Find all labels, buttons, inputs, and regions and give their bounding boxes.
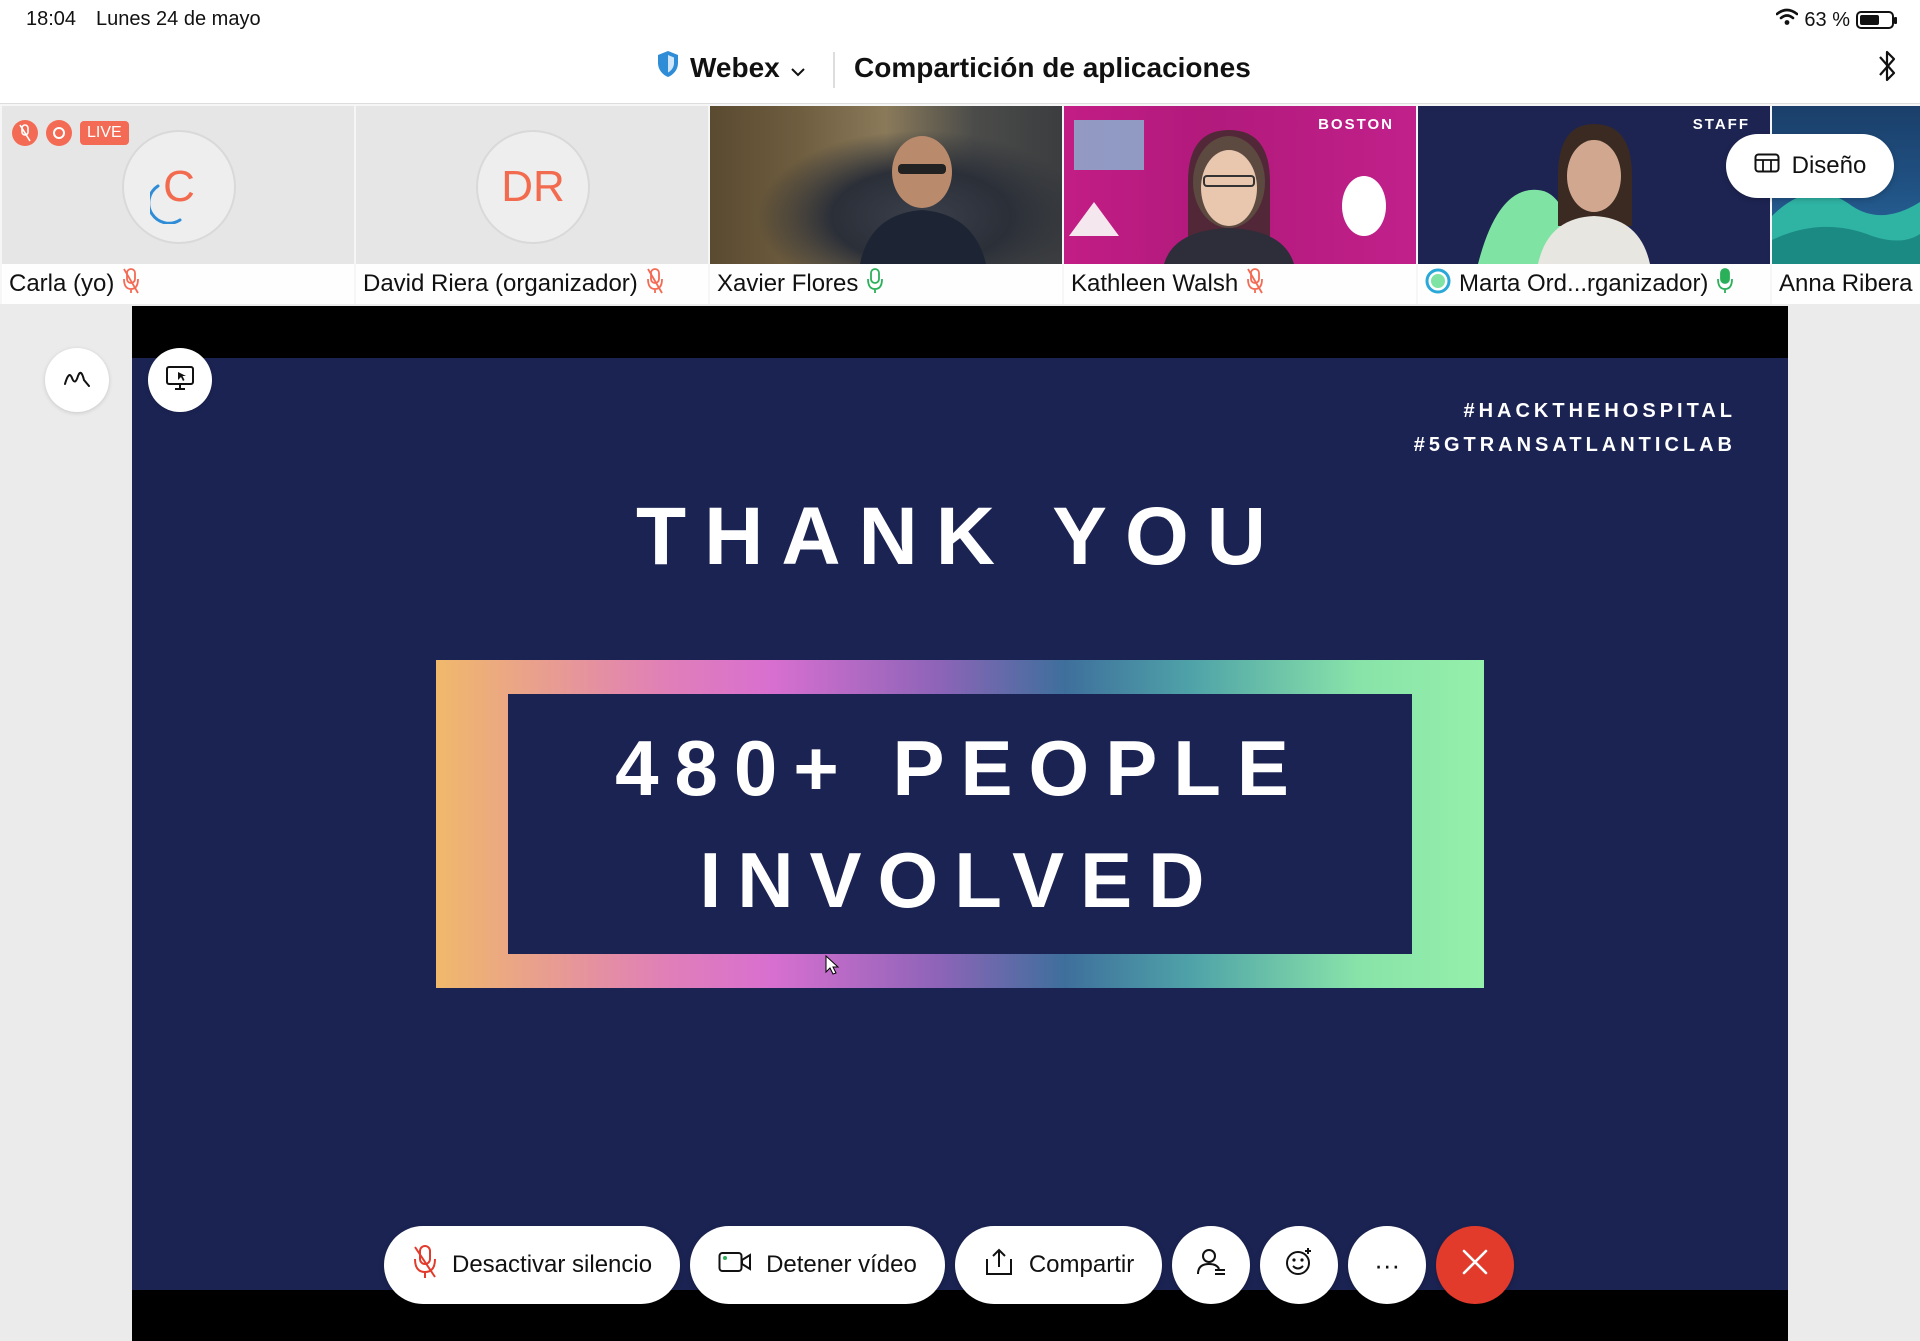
slide-heading: THANK YOU [636, 491, 1284, 582]
avatar: C [122, 130, 236, 244]
participant-tile[interactable]: BOSTON Kathleen Walsh [1064, 106, 1416, 304]
app-name: Webex [690, 51, 780, 83]
mic-on-icon [866, 267, 884, 302]
gradient-frame: 480+ PEOPLE INVOLVED [436, 660, 1484, 988]
battery-percent: 63 % [1804, 8, 1850, 31]
share-upload-icon [983, 1247, 1015, 1284]
mic-muted-badge-icon [12, 120, 38, 146]
avatar: DR [476, 130, 590, 244]
participants-icon [1195, 1246, 1227, 1285]
participant-name: Carla (yo) [9, 270, 115, 297]
callout-line-2: INVOLVED [699, 836, 1221, 924]
mic-muted-icon [1246, 267, 1264, 302]
meeting-header: Webex Compartición de aplicaciones [0, 36, 1920, 104]
slide-hashtags: #HACKTHEHOSPITAL #5GTRANSATLANTICLAB [1414, 394, 1736, 462]
avatar-initials: DR [501, 162, 565, 211]
close-icon [1460, 1247, 1490, 1284]
emoji-reaction-icon [1283, 1246, 1315, 1285]
status-time: 18:04 [26, 8, 77, 30]
more-options-button[interactable]: ··· [1348, 1226, 1427, 1304]
participant-name: Kathleen Walsh [1071, 270, 1239, 297]
webex-meeting-window: 18:04 Lunes 24 de mayo 63 % Webex Compar… [0, 0, 1920, 1341]
header-divider [833, 52, 835, 88]
presenter-icon [1425, 268, 1451, 301]
participant-name: Marta Ord...rganizador) [1459, 270, 1709, 297]
mic-on-icon [1716, 267, 1734, 302]
hashtag-hackthehospital: #HACKTHEHOSPITAL [1463, 400, 1736, 422]
participant-name: Xavier Flores [717, 270, 859, 297]
participant-name-bar: Xavier Flores [710, 264, 1062, 304]
mouse-pointer-icon [825, 954, 840, 975]
shared-content-stage: #HACKTHEHOSPITAL #5GTRANSATLANTICLAB THA… [132, 306, 1788, 1341]
person-silhouette-icon [860, 136, 986, 264]
video-background-label: STAFF [1692, 116, 1750, 133]
participant-name-bar: Anna Ribera [1772, 264, 1920, 304]
meeting-title: Compartición de aplicaciones [854, 52, 1251, 83]
loading-spinner-icon [150, 184, 182, 224]
participant-tile[interactable]: LIVE C Carla (yo) [2, 106, 354, 304]
callout-line-1: 480+ PEOPLE [615, 724, 1305, 812]
participant-video: STAFF [1418, 106, 1770, 264]
layout-grid-icon [1754, 152, 1780, 181]
more-ellipsis-icon: ··· [1374, 1249, 1401, 1280]
stop-video-label: Detener vídeo [766, 1251, 917, 1278]
participant-tile[interactable]: STAFF Marta Ord...rganizador) [1418, 106, 1770, 304]
mic-muted-icon [412, 1244, 438, 1287]
share-button[interactable]: Compartir [954, 1226, 1163, 1304]
stop-video-button[interactable]: Detener vídeo [690, 1226, 945, 1304]
layout-button-label: Diseño [1791, 152, 1867, 179]
slide-callout: 480+ PEOPLE INVOLVED [508, 694, 1412, 954]
status-bar: 18:04 Lunes 24 de mayo 63 % [0, 0, 1920, 36]
wifi-icon [1776, 8, 1799, 32]
share-screen-control-button[interactable] [148, 348, 212, 412]
screen-share-icon [165, 365, 195, 396]
unmute-label: Desactivar silencio [452, 1251, 653, 1278]
participant-tile[interactable]: DR David Riera (organizador) [356, 106, 708, 304]
participant-name-bar: David Riera (organizador) [356, 264, 708, 304]
battery-icon [1856, 11, 1897, 29]
unmute-button[interactable]: Desactivar silencio [384, 1226, 681, 1304]
participant-name-bar: Kathleen Walsh [1064, 264, 1416, 304]
share-label: Compartir [1028, 1251, 1135, 1278]
layout-button[interactable]: Diseño [1726, 134, 1894, 198]
video-camera-icon [718, 1250, 752, 1281]
chevron-down-icon [790, 52, 806, 84]
tile-badges: LIVE [12, 120, 129, 146]
participant-strip: LIVE C Carla (yo) DR David Riera (organi… [0, 104, 1920, 304]
participant-name: Anna Ribera [1779, 270, 1913, 297]
video-background-label: BOSTON [1318, 116, 1394, 133]
shield-icon [656, 50, 680, 85]
reactions-button[interactable] [1260, 1226, 1339, 1304]
mic-muted-icon [122, 267, 140, 302]
recording-icon [46, 120, 72, 146]
participant-video [710, 106, 1062, 264]
hashtag-5gtransatlanticlab: #5GTRANSATLANTICLAB [1413, 434, 1736, 456]
meeting-controls: Desactivar silencio Detener vídeo Compar… [384, 1226, 1515, 1304]
leave-meeting-button[interactable] [1436, 1226, 1515, 1304]
live-badge: LIVE [80, 121, 129, 145]
presentation-slide: #HACKTHEHOSPITAL #5GTRANSATLANTICLAB THA… [132, 358, 1788, 1290]
webex-menu-button[interactable]: Webex [656, 50, 806, 85]
bluetooth-icon[interactable] [1876, 46, 1898, 91]
mic-muted-icon [646, 267, 664, 302]
participant-video: BOSTON [1064, 106, 1416, 264]
participants-button[interactable] [1172, 1226, 1251, 1304]
annotate-button[interactable] [45, 348, 109, 412]
participant-name: David Riera (organizador) [363, 270, 638, 297]
participant-tile[interactable]: Xavier Flores [710, 106, 1062, 304]
status-date: Lunes 24 de mayo [96, 8, 261, 30]
participant-name-bar: Marta Ord...rganizador) [1418, 264, 1770, 304]
pen-squiggle-icon [62, 366, 92, 395]
participant-name-bar: Carla (yo) [2, 264, 354, 304]
status-right: 63 % [1776, 8, 1897, 32]
